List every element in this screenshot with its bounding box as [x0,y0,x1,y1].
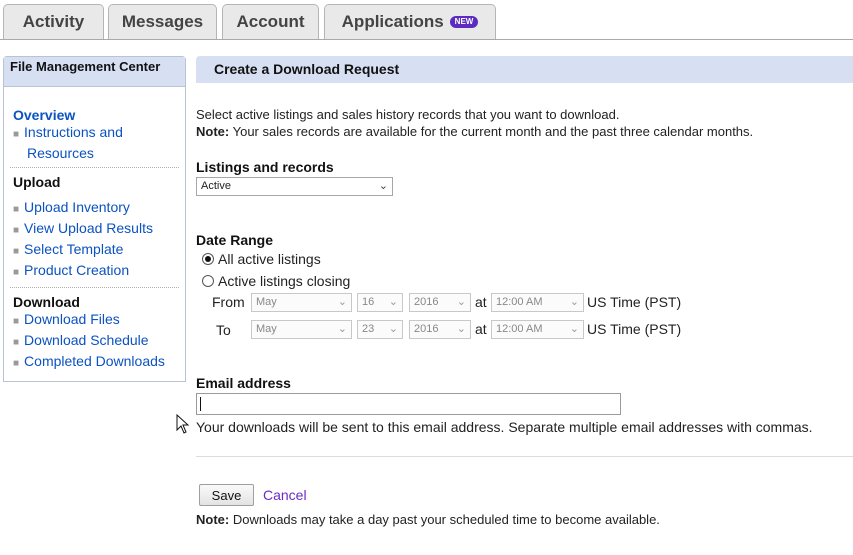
chevron-down-icon: ⌄ [337,296,347,308]
note-label: Note: [196,124,230,139]
sidebar-item-product-creation[interactable]: ■ Product Creation [13,261,176,282]
tab-label: Messages [121,12,204,31]
to-year-select[interactable]: 2016 ⌄ [409,320,471,339]
note-text: Your sales records are available for the… [232,124,754,139]
sidebar-title: File Management Center [4,57,185,87]
date-range-label: Date Range [196,232,274,248]
from-day-value: 16 [362,296,375,308]
tab-messages[interactable]: Messages [108,4,217,39]
bottom-note-label: Note: [196,512,230,527]
sidebar-item-label: Completed Downloads [24,353,165,369]
chevron-down-icon: ⌄ [569,323,579,335]
tab-label: Applications [341,12,444,31]
chevron-down-icon: ⌄ [456,296,466,308]
listings-select-value: Active [201,180,231,192]
listings-label: Listings and records [196,159,334,175]
to-label: To [216,322,231,338]
sidebar-item-label: Product Creation [24,262,130,278]
sidebar-item-download-schedule[interactable]: ■ Download Schedule [13,331,176,352]
to-day-value: 23 [362,323,375,335]
sidebar-item-resources[interactable]: Resources [13,144,176,162]
tab-activity[interactable]: Activity [3,4,104,39]
tab-label: Activity [22,12,85,31]
sidebar-overview-link[interactable]: Overview [13,107,176,123]
from-time-select[interactable]: 12:00 AM ⌄ [491,293,584,312]
divider [196,456,853,457]
bottom-note-text: Downloads may take a day past your sched… [232,512,660,527]
new-badge: NEW [449,16,479,28]
bullet-icon: ■ [13,358,20,369]
mouse-cursor-icon [176,414,190,434]
chevron-down-icon: ⌄ [388,323,398,335]
sidebar-item-view-upload-results[interactable]: ■ View Upload Results [13,219,176,240]
text-caret [200,397,201,411]
bullet-icon: ■ [13,267,20,278]
top-tabs: Activity Messages Account Applications N… [0,0,853,40]
bottom-note: Note: Downloads may take a day past your… [196,512,660,527]
sidebar: File Management Center Overview ■ Instruc… [3,56,186,382]
from-year-value: 2016 [414,296,439,308]
to-month-select[interactable]: May ⌄ [251,320,352,339]
sidebar-item-completed-downloads[interactable]: ■ Completed Downloads [13,352,176,373]
chevron-down-icon: ⌄ [337,323,347,335]
from-at-label: at [475,294,487,310]
intro-text: Select active listings and sales history… [196,107,620,122]
sidebar-item-label: Select Template [24,241,124,257]
from-month-select[interactable]: May ⌄ [251,293,352,312]
sidebar-item-label: Instructions and [24,124,123,140]
to-year-value: 2016 [414,323,439,335]
to-tz-label: US Time (PST) [587,321,682,337]
chevron-down-icon: ⌄ [569,296,579,308]
from-time-value: 12:00 AM [496,296,543,308]
to-time-value: 12:00 AM [496,323,543,335]
bullet-icon: ■ [13,316,20,327]
sidebar-item-label: Download Files [24,311,120,327]
sidebar-section-upload: Upload [13,174,61,190]
to-at-label: at [475,321,487,337]
page-title: Create a Download Request [196,56,853,83]
chevron-down-icon: ⌄ [378,180,388,192]
email-field[interactable] [196,393,621,415]
email-label: Email address [196,375,291,391]
from-month-value: May [256,296,277,308]
sidebar-item-label: Download Schedule [24,332,149,348]
bullet-icon: ■ [13,337,20,348]
chevron-down-icon: ⌄ [456,323,466,335]
sidebar-item-instructions[interactable]: ■ Instructions and [13,123,176,144]
sidebar-item-label: View Upload Results [24,220,153,236]
sidebar-section-download: Download [13,294,80,310]
radio-closing-label: Active listings closing [218,273,351,289]
radio-all-listings[interactable] [202,253,214,265]
to-month-value: May [256,323,277,335]
from-tz-label: US Time (PST) [587,294,682,310]
note-line: Note: Your sales records are available f… [196,124,753,139]
radio-active-closing[interactable] [202,275,214,287]
tab-applications[interactable]: Applications NEW [324,4,496,39]
bullet-icon: ■ [13,225,20,236]
to-time-select[interactable]: 12:00 AM ⌄ [491,320,584,339]
from-year-select[interactable]: 2016 ⌄ [409,293,471,312]
from-day-select[interactable]: 16 ⌄ [357,293,403,312]
bullet-icon: ■ [13,246,20,257]
bullet-icon: ■ [13,204,20,215]
chevron-down-icon: ⌄ [388,296,398,308]
bullet-icon: ■ [13,129,20,140]
radio-all-label: All active listings [218,251,321,267]
sidebar-item-upload-inventory[interactable]: ■ Upload Inventory [13,198,176,219]
cancel-link[interactable]: Cancel [263,487,307,503]
tab-account[interactable]: Account [222,4,319,39]
tabs-divider [0,39,853,40]
sidebar-item-label: Upload Inventory [24,199,130,215]
to-day-select[interactable]: 23 ⌄ [357,320,403,339]
from-label: From [212,294,245,310]
email-help-text: Your downloads will be sent to this emai… [196,419,813,435]
listings-select[interactable]: Active ⌄ [196,177,393,196]
sidebar-item-download-files[interactable]: ■ Download Files [13,310,176,331]
sidebar-item-select-template[interactable]: ■ Select Template [13,240,176,261]
tab-label: Account [236,12,305,31]
save-button[interactable]: Save [199,484,254,506]
